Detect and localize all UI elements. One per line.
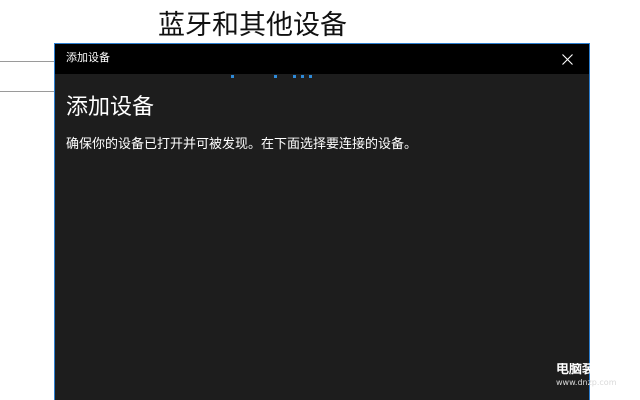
settings-page-title: 蓝牙和其他设备	[158, 10, 347, 41]
progress-dot	[293, 75, 296, 78]
progress-dot	[274, 75, 277, 78]
progress-dot	[309, 75, 312, 78]
dialog-description: 确保你的设备已打开并可被发现。在下面选择要连接的设备。	[66, 137, 418, 152]
progress-dot	[301, 75, 304, 78]
settings-divider	[0, 91, 56, 92]
watermark-url: www.dnzp.com	[556, 378, 617, 387]
close-button[interactable]	[545, 44, 589, 74]
site-watermark: 电脑装配网 www.dnzp.com	[556, 363, 640, 387]
dialog-heading: 添加设备	[66, 95, 155, 120]
progress-dot	[231, 75, 234, 78]
close-icon	[561, 53, 573, 65]
add-device-dialog: 添加设备 添加设备 确保你的设备已打开并可被发现。在下面选择要连接的设备。	[54, 43, 590, 400]
settings-divider	[0, 61, 56, 62]
dialog-titlebar[interactable]: 添加设备	[55, 44, 589, 74]
watermark-text: 电脑装配网	[556, 363, 622, 377]
dialog-window-title: 添加设备	[66, 51, 110, 64]
